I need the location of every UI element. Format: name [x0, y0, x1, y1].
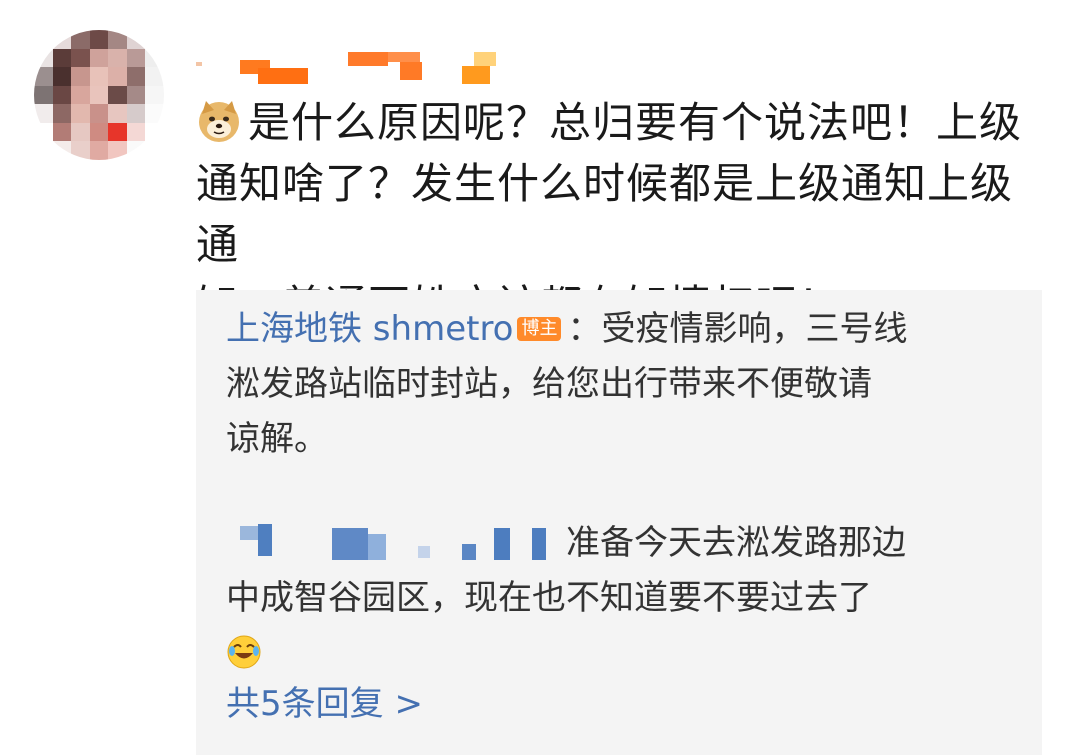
reply-separator: ：	[567, 309, 602, 349]
reply-text-line-2: 淞发路站临时封站，给您出行带来不便敬请	[226, 364, 872, 404]
reply-item[interactable]: 上海地铁 shmetro 博主 ：受疫情影响，三号线 淞发路站临时封站，给您出行带来…	[226, 302, 1006, 467]
avatar[interactable]	[34, 30, 164, 160]
comment-line-2: 通知啥了？发生什么时候都是上级通知上级通	[196, 159, 1014, 269]
reply-item[interactable]: 准备今天去淞发路那边 中成智谷园区，现在也不知道要不要过去了	[226, 516, 1006, 681]
reply-text-line-2: 中成智谷园区，现在也不知道要不要过去了	[226, 578, 872, 618]
reply-author[interactable]: 上海地铁 shmetro	[226, 309, 513, 349]
more-replies-link[interactable]: 共5条回复 >	[226, 682, 423, 726]
comment-line-1: 是什么原因呢？总归要有个说法吧！上级	[248, 98, 1023, 147]
reply-text-line-1: 准备今天去淞发路那边	[566, 523, 906, 563]
reply-text-line-3: 谅解。	[226, 419, 328, 459]
reply-author-masked[interactable]	[226, 520, 566, 560]
commenter-username-masked[interactable]	[196, 48, 516, 88]
blogger-badge: 博主	[517, 317, 562, 341]
doge-icon	[196, 98, 242, 144]
laugh-cry-icon	[226, 632, 262, 669]
reply-text-line-1: 受疫情影响，三号线	[601, 309, 908, 349]
replies-container[interactable]: 上海地铁 shmetro 博主 ：受疫情影响，三号线 淞发路站临时封站，给您出行带来…	[196, 290, 1042, 755]
